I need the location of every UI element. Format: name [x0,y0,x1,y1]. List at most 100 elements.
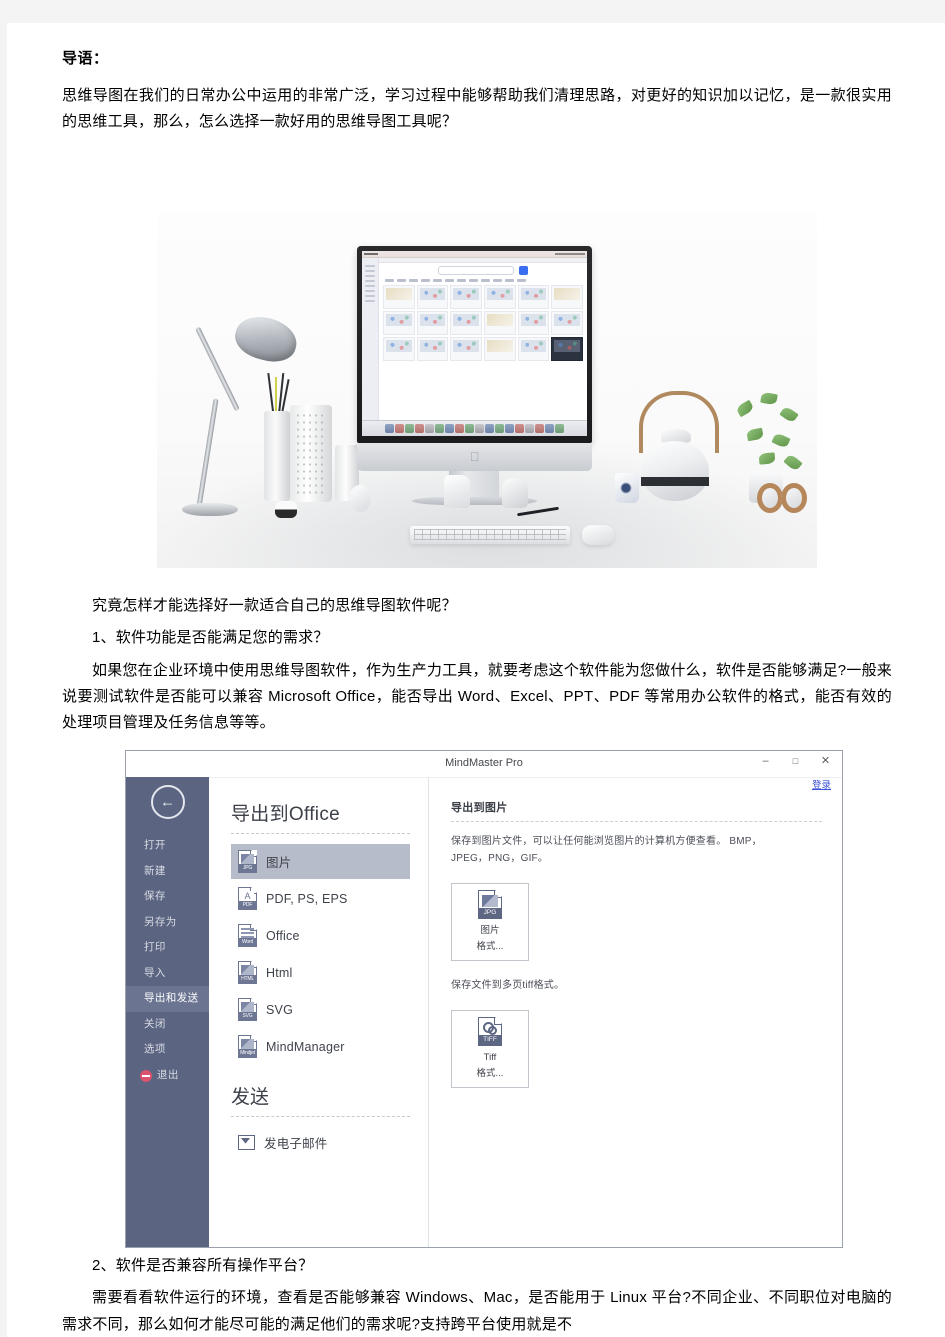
sidebar-item-open[interactable]: 打开 [126,833,209,859]
send-option-email[interactable]: 发电子邮件 [231,1127,410,1158]
svg-file-icon-tag: SVG [239,1012,256,1020]
mindmaster-body: 打开 新建 保存 另存为 打印 导入 导出和发送 关闭 选项 退出 导出到Off… [126,777,842,1247]
send-option-email-label: 发电子邮件 [264,1137,328,1151]
export-to-office-heading: 导出到Office [231,804,340,825]
pen-on-desk-icon [517,506,559,517]
backstage-sidebar: 打开 新建 保存 另存为 打印 导入 导出和发送 关闭 选项 退出 [126,777,209,1247]
image-format-icon: JPG [478,890,502,920]
mindmaster-window-screenshot: MindMaster Pro – □ ✕ 登录 打开 新建 保存 另存为 打印 … [125,750,843,1248]
jpg-file-icon-tag: JPG [239,864,256,872]
gallery-titlebar [379,258,587,263]
tiff-description: 保存文件到多页tiff格式。 [451,980,565,991]
export-option-svg-label: SVG [266,1002,293,1017]
keyboard-icon [410,526,570,544]
gallery-search-input [438,266,514,275]
word-file-icon: Word [238,924,257,947]
mac-menubar [362,251,587,258]
export-option-office-label: Office [266,928,300,943]
question-intro: 究竟怎样才能选择好一款适合自己的思维导图软件呢？ [92,597,457,614]
export-option-image-label: 图片 [266,856,292,870]
html-file-icon-tag: HTML [239,975,256,983]
heading-2: 2、软件是否兼容所有操作平台？ [92,1257,314,1274]
export-detail-panel: 导出到图片 保存到图片文件，可以让任何能浏览图片的计算机方便查看。 BMP，JP… [429,777,842,1247]
sidebar-item-options[interactable]: 选项 [126,1037,209,1063]
body-1: 如果您在企业环境中使用思维导图软件，作为生产力工具，就要考虑这个软件能为您做什么… [62,661,892,732]
image-format-button[interactable]: JPG 图片 格式... [451,883,529,961]
photo-background:  [157,213,817,568]
export-option-mindmanager-label: MindManager [266,1039,345,1054]
sidebar-item-exit-label: 退出 [157,1069,179,1082]
export-to-image-title: 导出到图片 [451,802,508,814]
headphones-icon [757,481,809,515]
image-format-label-line2: 格式... [476,941,504,952]
sidebar-item-close[interactable]: 关闭 [126,1012,209,1038]
export-option-image[interactable]: JPG 图片 [231,844,410,879]
mouse-icon [582,525,614,545]
sidebar-item-save[interactable]: 保存 [126,884,209,910]
close-icon[interactable]: ✕ [819,755,832,768]
imac-chin:  [357,443,592,471]
window-controls: – □ ✕ [759,755,832,768]
send-heading-divider [231,1116,410,1117]
export-list-column: 导出到Office JPG 图片 A PDF PDF, PS, EPS Word… [209,777,429,1247]
html-file-icon: HTML [238,961,257,984]
heading-divider [231,833,410,834]
sidebar-item-import[interactable]: 导入 [126,961,209,987]
email-icon [238,1135,255,1150]
back-arrow-icon[interactable] [150,785,185,819]
export-option-svg[interactable]: SVG SVG [231,992,410,1027]
hand-figurine-icon [444,475,470,508]
sidebar-item-new[interactable]: 新建 [126,859,209,885]
article-top: 导语： 思维导图在我们的日常办公中运用的非常广泛，学习过程中能够帮助我们清理思路… [62,48,892,142]
bunny-figurine-icon [502,478,528,508]
window-title: MindMaster Pro [445,757,523,769]
export-option-office[interactable]: Word Office [231,918,410,953]
gallery-filters [383,279,583,282]
export-option-mindmanager[interactable]: Mindjet MindManager [231,1029,410,1064]
desk-scene-photo:  [157,213,817,568]
detail-divider [451,821,822,822]
plant-leaves-icon [727,391,809,477]
export-image-description: 保存到图片文件，可以让任何能浏览图片的计算机方便查看。 BMP，JPEG，PNG… [451,836,762,864]
sidebar-item-save-as[interactable]: 另存为 [126,910,209,936]
tiff-format-label-line1: Tiff [483,1052,497,1064]
sidebar-item-export-and-send[interactable]: 导出和发送 [126,986,209,1012]
article-middle: 究竟怎样才能选择好一款适合自己的思维导图软件呢？ 1、软件功能是否能满足您的需求… [62,593,892,742]
pen-holder-1-icon [264,411,290,501]
export-option-html[interactable]: HTML Html [231,955,410,990]
article-bottom: 2、软件是否兼容所有操作平台？ 需要看看软件运行的环境，查看是否能够兼容 Win… [62,1253,892,1337]
mindmap-gallery-app [362,258,587,420]
exit-icon [140,1069,152,1082]
sidebar-item-print[interactable]: 打印 [126,935,209,961]
document-page: 导语： 思维导图在我们的日常办公中运用的非常广泛，学习过程中能够帮助我们清理思路… [7,23,945,1337]
gallery-main [379,258,587,420]
mindmaster-titlebar: MindMaster Pro – □ ✕ [126,751,842,778]
teapot-icon [641,441,709,501]
jpg-file-icon: JPG [238,850,257,873]
gallery-sidebar [362,258,379,420]
tiff-format-icon: TIFF [478,1017,502,1047]
export-option-html-label: Html [266,965,293,980]
teacup-icon [615,473,639,503]
pen-holder-2-icon [290,405,332,502]
mac-dock [362,420,587,436]
maximize-icon[interactable]: □ [789,755,802,768]
minimize-icon[interactable]: – [759,755,772,768]
apple-logo-icon:  [470,450,480,463]
imac-screen [362,251,587,436]
tiff-format-label-line2: 格式... [476,1068,504,1079]
tiff-format-icon-tag: TIFF [479,1035,501,1046]
tiff-format-button[interactable]: TIFF Tiff 格式... [451,1010,529,1088]
sidebar-item-exit[interactable]: 退出 [126,1063,209,1089]
pdf-file-icon: A PDF [238,887,257,910]
word-file-icon-tag: Word [239,938,256,946]
lamp-arm-lower-icon [196,398,219,508]
lead-title: 导语： [62,50,109,67]
export-option-pdf[interactable]: A PDF PDF, PS, EPS [231,881,410,916]
imac-monitor [357,246,592,443]
svg-file-icon: SVG [238,998,257,1021]
send-heading: 发送 [231,1087,270,1108]
panda-figurine-icon [275,501,297,518]
lamp-base-icon [182,503,238,516]
mindmanager-file-icon-tag: Mindjet [239,1049,256,1057]
